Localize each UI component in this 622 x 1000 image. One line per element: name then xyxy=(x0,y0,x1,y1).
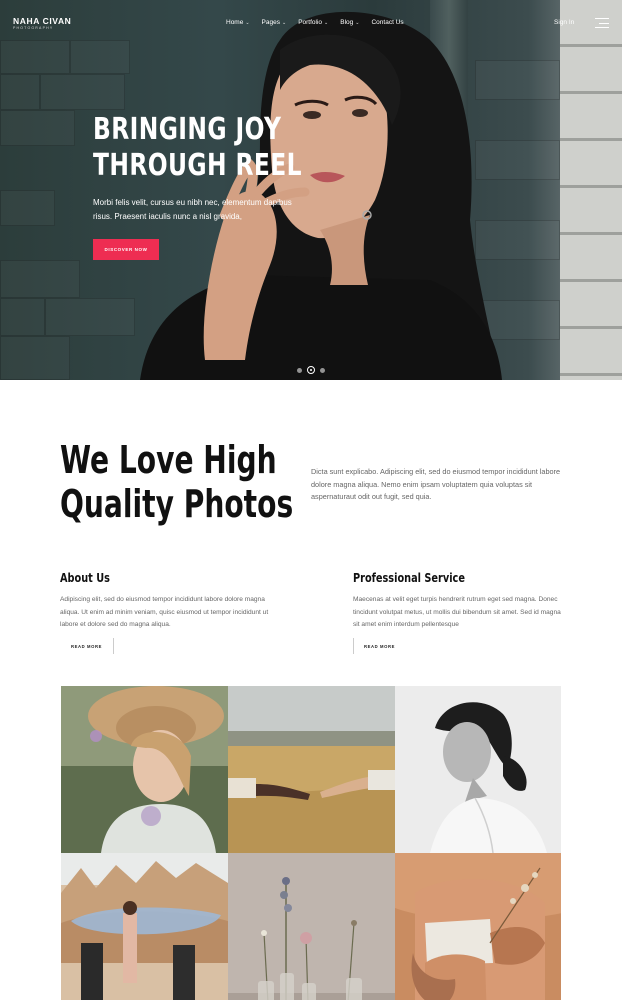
siding-wall xyxy=(560,0,622,380)
feature-professional-service: Professional Service Maecenas at velit e… xyxy=(353,570,563,632)
menu-item-pages[interactable]: Pages ⌄ xyxy=(262,19,287,26)
hamburger-icon[interactable] xyxy=(595,18,609,29)
feature-text: Maecenas at velit eget turpis hendrerit … xyxy=(353,596,561,628)
feature-title: About Us xyxy=(60,570,110,585)
menu-item-label: Home xyxy=(226,19,244,26)
gallery-image-bw-portrait[interactable] xyxy=(395,686,561,853)
hero-title-line: THROUGH REEL xyxy=(93,148,302,183)
chevron-down-icon: ⌄ xyxy=(324,19,329,26)
hero-title: BRINGING JOY THROUGH REEL xyxy=(93,112,302,184)
sign-in-link[interactable]: Sign In xyxy=(554,19,574,26)
gallery-image-dried-flowers[interactable] xyxy=(228,853,395,1000)
menu-item-portfolio[interactable]: Portfolio ⌄ xyxy=(298,19,328,26)
gallery-image-wheat-hands[interactable] xyxy=(228,686,395,853)
gallery-image-straw-hat[interactable] xyxy=(61,686,228,853)
menu-item-home[interactable]: Home ⌄ xyxy=(226,19,250,26)
hero-description: Morbi felis velit, cursus eu nibh nec, e… xyxy=(93,198,292,221)
feature-about-us: About Us Adipiscing elit, sed do eiusmod… xyxy=(60,570,285,632)
section-heading-line: Quality Photos xyxy=(60,482,294,526)
section-heading: We Love High Quality Photos xyxy=(60,438,293,526)
read-more-label: READ MORE xyxy=(364,643,395,649)
menu-item-label: Portfolio xyxy=(298,19,323,26)
feature-text: Adipiscing elit, sed do eiusmod tempor i… xyxy=(60,596,269,628)
main-menu: Home ⌄ Pages ⌄ Portfolio ⌄ Blog ⌄ Contac… xyxy=(226,19,404,26)
read-more-link[interactable]: READ MORE xyxy=(353,638,408,654)
read-more-link[interactable]: READ MORE xyxy=(60,638,115,654)
slider-dot-active[interactable] xyxy=(307,366,315,374)
slider-dot[interactable] xyxy=(297,367,302,373)
menu-item-label: Blog xyxy=(340,19,354,26)
site-logo-tagline: PHOTOGRAPHY xyxy=(13,26,54,30)
hero-title-line: BRINGING JOY xyxy=(93,112,282,147)
hero-portrait-image xyxy=(140,11,502,380)
site-logo[interactable]: NAHA CIVAN xyxy=(13,16,71,26)
hero-slider: NAHA CIVAN PHOTOGRAPHY Home ⌄ Pages ⌄ Po… xyxy=(0,0,622,380)
divider xyxy=(113,638,114,654)
chevron-down-icon: ⌄ xyxy=(245,19,250,26)
chevron-down-icon: ⌄ xyxy=(355,19,360,26)
menu-item-label: Pages xyxy=(261,19,280,26)
discover-now-button[interactable]: DISCOVER NOW xyxy=(93,239,159,260)
menu-item-contact[interactable]: Contact Us xyxy=(371,19,403,26)
photo-gallery xyxy=(61,686,561,1000)
chevron-down-icon: ⌄ xyxy=(281,19,287,26)
slider-dot[interactable] xyxy=(320,367,325,373)
slider-pagination xyxy=(297,366,325,374)
section-heading-line: We Love High xyxy=(60,438,277,482)
top-navigation: NAHA CIVAN PHOTOGRAPHY Home ⌄ Pages ⌄ Po… xyxy=(0,0,622,46)
read-more-label: READ MORE xyxy=(71,643,102,649)
gallery-image-desert-group[interactable] xyxy=(61,853,228,1000)
divider xyxy=(353,638,354,654)
feature-title: Professional Service xyxy=(353,570,465,585)
menu-item-blog[interactable]: Blog ⌄ xyxy=(340,19,359,26)
menu-item-label: Contact Us xyxy=(371,19,404,26)
gallery-image-hands-plants[interactable] xyxy=(395,853,561,1000)
intro-paragraph: Dicta sunt explicabo. Adipiscing elit, s… xyxy=(311,467,561,501)
